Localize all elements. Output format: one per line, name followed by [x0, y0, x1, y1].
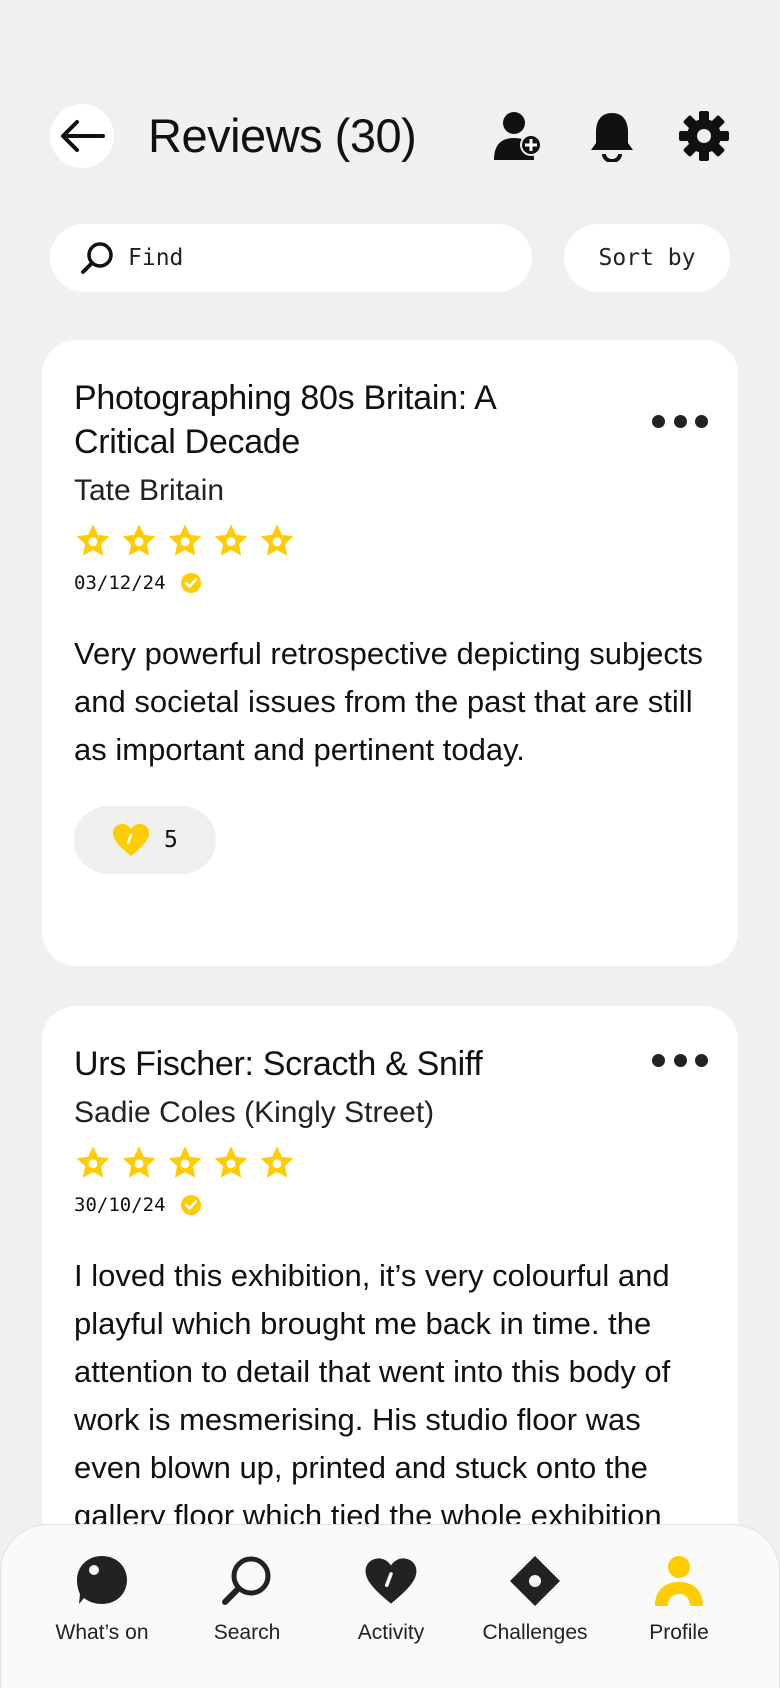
- nav-item-whats-on[interactable]: What’s on: [30, 1551, 174, 1645]
- date-row: 30/10/24: [74, 1194, 706, 1216]
- review-date: 30/10/24: [74, 1194, 166, 1216]
- sort-button[interactable]: Sort by: [564, 224, 730, 292]
- star-icon: [168, 524, 202, 556]
- nav-label: Search: [213, 1621, 281, 1644]
- nav-item-activity[interactable]: Activity: [319, 1551, 463, 1645]
- like-button[interactable]: 5: [74, 806, 216, 874]
- person-icon: [655, 1556, 703, 1606]
- ellipsis-icon-dot: [695, 1053, 708, 1067]
- star-icon: [260, 1146, 294, 1178]
- rating-stars: [74, 522, 706, 560]
- star-icon: [76, 1146, 110, 1178]
- search-icon: [222, 1556, 271, 1605]
- check-badge-icon: [180, 573, 201, 593]
- star-icon: [122, 1146, 156, 1178]
- review-venue: Tate Britain: [74, 474, 225, 507]
- nav-label: Challenges: [482, 1621, 588, 1644]
- nav-label: Activity: [357, 1621, 425, 1644]
- bottom-navigation: What’s on Search Activity Challenges Pro…: [0, 1524, 780, 1688]
- nav-item-search[interactable]: Search: [175, 1551, 319, 1645]
- search-bar[interactable]: [50, 224, 532, 292]
- diamond-icon: [510, 1556, 560, 1606]
- page-title: Reviews (30): [148, 109, 417, 162]
- add-user-icon: [494, 112, 542, 160]
- review-title: Photographing 80s Britain: A Critical De…: [74, 379, 495, 461]
- like-count: 5: [164, 827, 178, 853]
- star-icon: [214, 524, 248, 556]
- review-venue: Sadie Coles (Kingly Street): [74, 1096, 435, 1129]
- notifications-button[interactable]: [586, 110, 638, 162]
- ellipsis-icon-dot: [695, 414, 708, 428]
- ellipsis-icon-dot: [673, 1053, 687, 1067]
- ellipsis-icon-dot: [652, 414, 665, 428]
- review-text: I loved this exhibition, it’s very colou…: [74, 1258, 671, 1533]
- nav-label: Profile: [649, 1621, 709, 1644]
- rating-stars: [74, 1144, 706, 1182]
- search-input[interactable]: [128, 245, 488, 271]
- heart-icon: [365, 1558, 417, 1604]
- heart-icon: [113, 824, 149, 856]
- arrow-left-icon: [61, 120, 105, 152]
- more-options-button[interactable]: [652, 1050, 708, 1070]
- star-icon: [122, 524, 156, 556]
- header: Reviews (30): [50, 104, 740, 168]
- review-date: 03/12/24: [74, 572, 166, 594]
- settings-button[interactable]: [678, 110, 730, 162]
- gear-icon: [679, 111, 729, 161]
- nav-label: What’s on: [55, 1621, 149, 1644]
- star-icon: [76, 524, 110, 556]
- ellipsis-icon-dot: [652, 1053, 665, 1067]
- review-title: Urs Fischer: Scracth & Sniff: [74, 1045, 483, 1083]
- star-icon: [168, 1146, 202, 1178]
- star-icon: [260, 524, 294, 556]
- add-user-button[interactable]: [492, 110, 544, 162]
- bubble-icon: [77, 1556, 127, 1604]
- check-badge-icon: [180, 1195, 201, 1215]
- back-button[interactable]: [50, 104, 114, 168]
- star-icon: [214, 1146, 248, 1178]
- more-options-button[interactable]: [652, 411, 708, 431]
- search-icon: [81, 242, 113, 274]
- bell-icon: [591, 113, 633, 162]
- date-row: 03/12/24: [74, 572, 706, 594]
- nav-item-challenges[interactable]: Challenges: [463, 1551, 607, 1645]
- review-card: Photographing 80s Britain: A Critical De…: [42, 340, 738, 966]
- ellipsis-icon-dot: [673, 414, 687, 428]
- review-text: Very powerful retrospective depicting su…: [74, 636, 703, 767]
- nav-item-profile[interactable]: Profile: [607, 1551, 751, 1645]
